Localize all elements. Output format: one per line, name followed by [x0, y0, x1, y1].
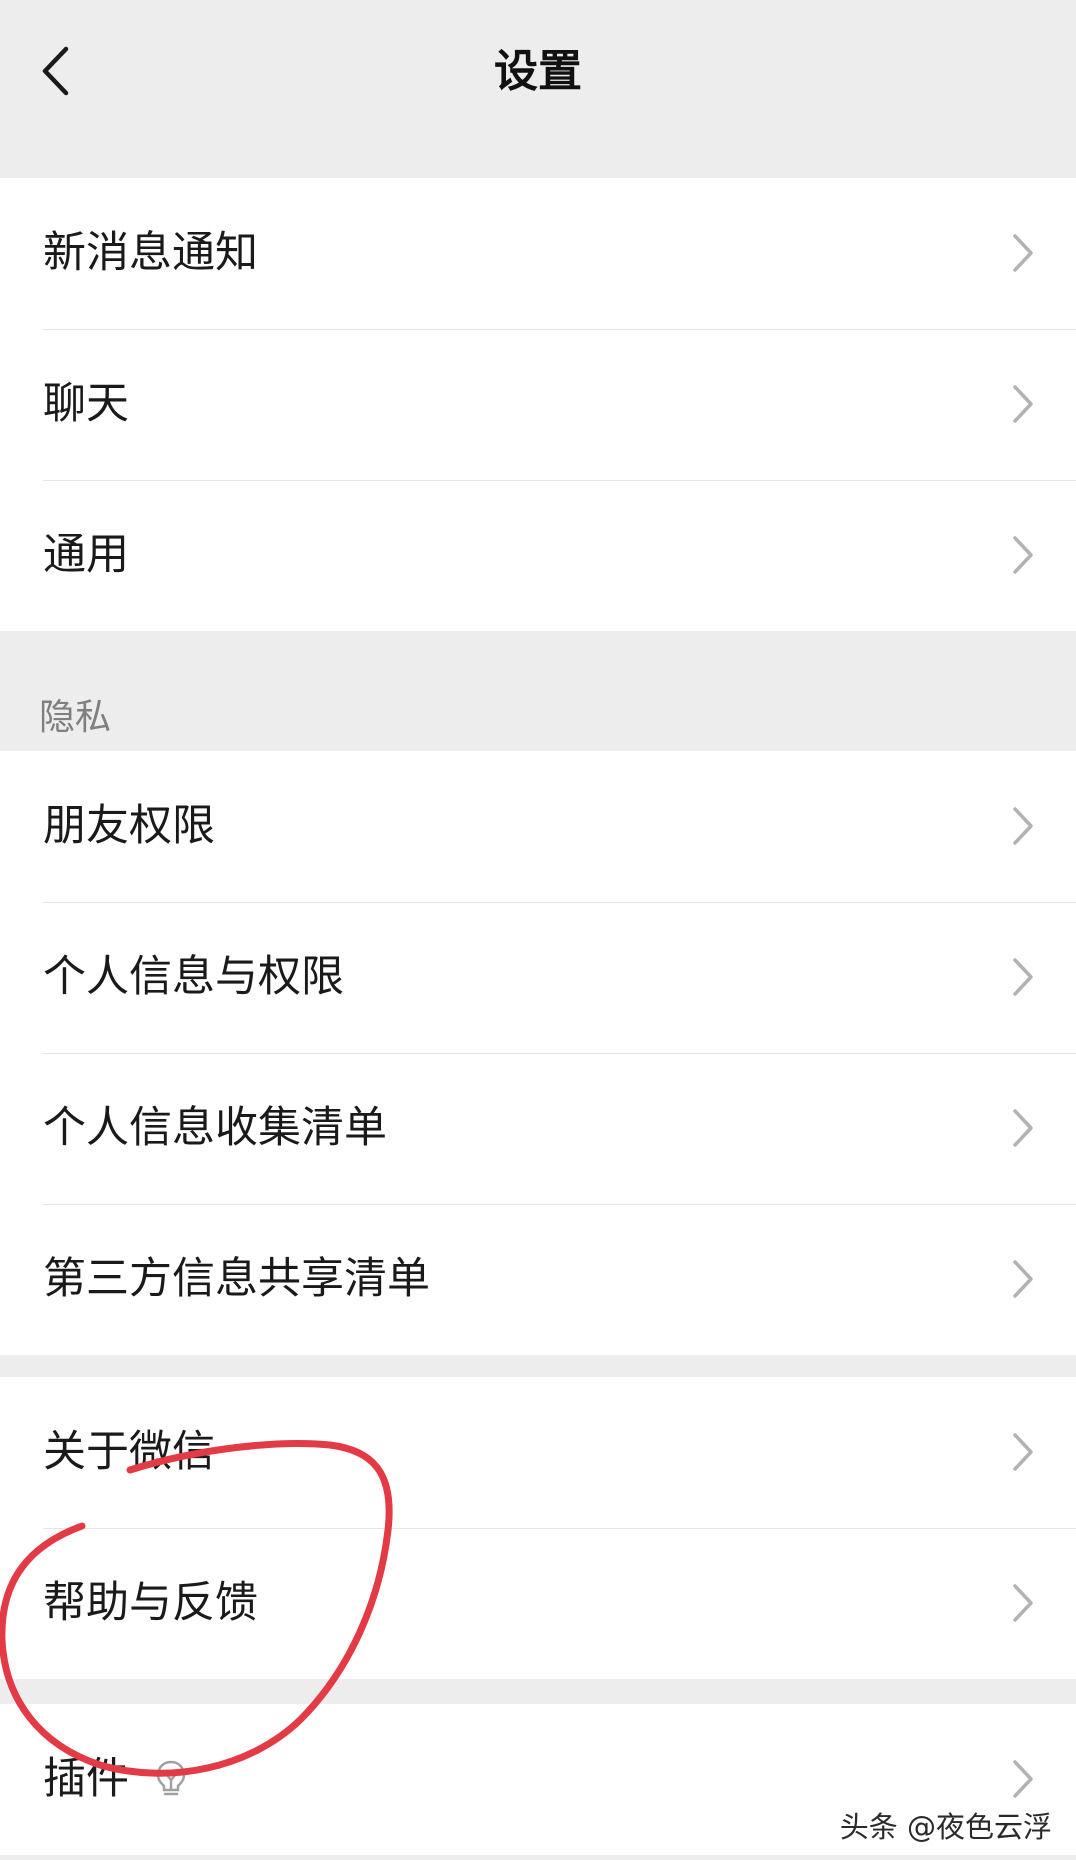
row-label: 通用 [43, 530, 129, 580]
section-title-privacy: 隐私 [39, 697, 112, 738]
settings-row-third-party-sharing[interactable]: 第三方信息共享清单 [0, 1204, 1076, 1355]
watermark: 头条 @夜色云浮 [839, 1810, 1052, 1844]
row-label: 朋友权限 [43, 801, 215, 851]
row-label: 关于微信 [43, 1427, 215, 1477]
chevron-right-icon [1013, 1584, 1033, 1622]
settings-group-about: 关于微信 帮助与反馈 [0, 1377, 1076, 1679]
chevron-right-icon [1013, 1260, 1033, 1298]
settings-row-friend-permissions[interactable]: 朋友权限 [0, 751, 1076, 902]
chevron-right-icon [1013, 385, 1033, 423]
row-label: 新消息通知 [43, 228, 258, 278]
page-title: 设置 [494, 46, 582, 97]
row-label: 插件 [43, 1754, 129, 1804]
chevron-right-icon [1013, 1109, 1033, 1147]
navigation-bar: 设置 [0, 0, 1076, 135]
settings-row-personal-info-permissions[interactable]: 个人信息与权限 [0, 902, 1076, 1053]
chevron-right-icon [1013, 1760, 1033, 1798]
row-label: 个人信息与权限 [43, 952, 344, 1002]
settings-row-about-wechat[interactable]: 关于微信 [0, 1377, 1076, 1528]
chevron-right-icon [1013, 234, 1033, 272]
settings-group-privacy: 朋友权限 个人信息与权限 个人信息收集清单 第三方信息共享清单 [0, 751, 1076, 1355]
plugin-bulb-icon [156, 1760, 186, 1796]
chevron-right-icon [1013, 1433, 1033, 1471]
settings-group-general: 新消息通知 聊天 通用 [0, 178, 1076, 631]
settings-row-help-feedback[interactable]: 帮助与反馈 [0, 1528, 1076, 1679]
settings-row-chat[interactable]: 聊天 [0, 329, 1076, 480]
row-label: 聊天 [43, 379, 129, 429]
settings-row-general[interactable]: 通用 [0, 480, 1076, 631]
row-label: 第三方信息共享清单 [43, 1254, 430, 1304]
chevron-right-icon [1013, 536, 1033, 574]
settings-row-personal-info-collection[interactable]: 个人信息收集清单 [0, 1053, 1076, 1204]
settings-row-new-message-notification[interactable]: 新消息通知 [0, 178, 1076, 329]
chevron-right-icon [1013, 958, 1033, 996]
row-label: 帮助与反馈 [43, 1578, 258, 1628]
row-label: 个人信息收集清单 [43, 1103, 387, 1153]
chevron-right-icon [1013, 807, 1033, 845]
